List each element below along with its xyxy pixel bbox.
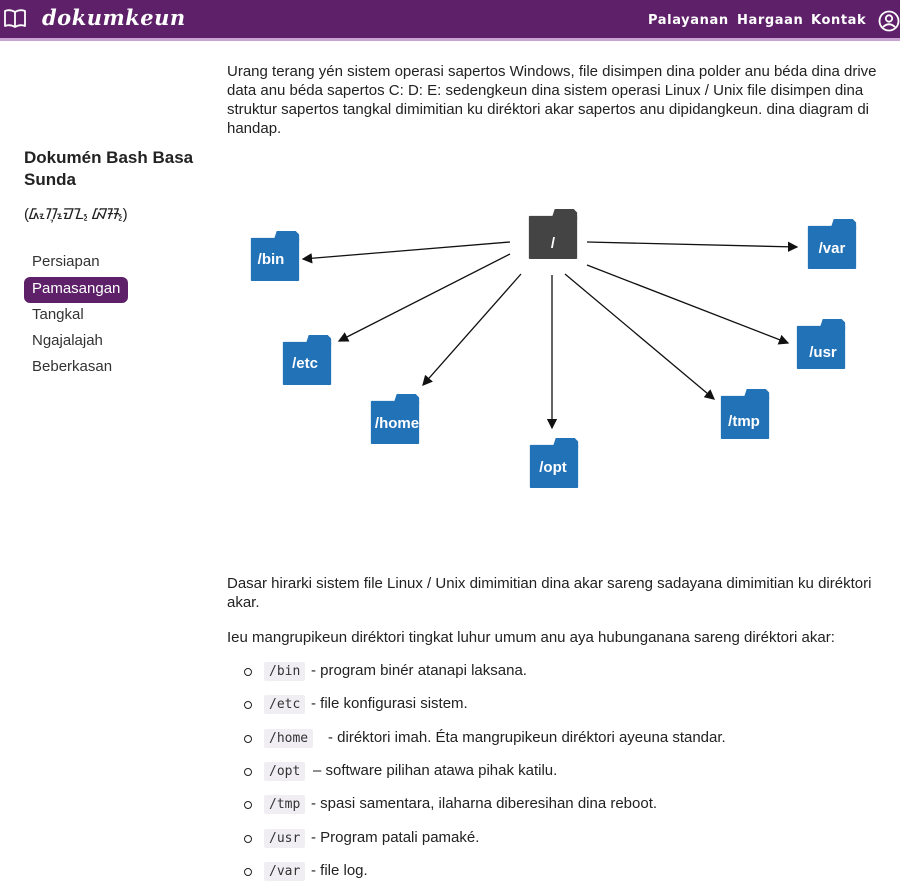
folder-etc-icon: /etc <box>282 335 332 385</box>
bullet-icon <box>244 835 252 843</box>
inline-code: /bin <box>264 662 306 681</box>
top-navbar: dokumkeun Palayanan Hargaan Kontak <box>0 0 900 41</box>
sidebar-item-tangkal[interactable]: Tangkal <box>24 303 92 329</box>
inline-code: /opt <box>264 762 306 781</box>
bullet-icon <box>244 668 252 676</box>
folder-var-icon: /var <box>807 219 857 269</box>
folder-opt-icon: /opt <box>529 438 579 488</box>
svg-text:/bin: /bin <box>258 251 285 268</box>
nav-link-kontak[interactable]: Kontak <box>811 13 866 28</box>
svg-text:/home: /home <box>375 415 419 432</box>
svg-text:/tmp: /tmp <box>728 413 760 430</box>
nav-link-hargaan[interactable]: Hargaan <box>737 13 803 28</box>
inline-code: /tmp <box>264 795 306 814</box>
nav-link-palayanan[interactable]: Palayanan <box>648 13 729 28</box>
bullet-icon <box>244 868 252 876</box>
sidebar-item-beberkasan[interactable]: Beberkasan <box>24 355 120 381</box>
hierarchy-paragraph: Dasar hirarki sistem file Linux / Unix d… <box>227 575 872 611</box>
bullet-icon <box>244 768 252 776</box>
inline-code: /var <box>264 862 306 881</box>
svg-text:/opt: /opt <box>539 459 567 476</box>
folder-bin-icon: /bin <box>250 231 300 281</box>
intro-paragraph: Urang terang yén sistem operasi sapertos… <box>227 63 877 137</box>
svg-text:/var: /var <box>819 240 846 257</box>
sidebar-item-ngajalajah[interactable]: Ngajalajah <box>24 329 111 355</box>
book-open-icon[interactable] <box>4 9 26 29</box>
svg-text:/usr: /usr <box>809 344 837 361</box>
bullet-icon <box>244 701 252 709</box>
folder-tmp-icon: /tmp <box>720 389 770 439</box>
sidebar-item-persiapan[interactable]: Persiapan <box>24 250 108 276</box>
inline-code: /home <box>264 729 314 748</box>
root-folder-icon: / <box>528 209 578 259</box>
sidebar-item-pamasangan[interactable]: Pamasangan <box>24 277 129 303</box>
svg-text:/etc: /etc <box>292 355 318 372</box>
brand-logo[interactable]: dokumkeun <box>42 5 186 30</box>
folder-usr-icon: /usr <box>796 319 846 369</box>
sidebar-subtitle: (ᮓᮧᮊᮥᮙᮦᮔ᮪ ᮘᮞ᮪) <box>24 206 128 223</box>
user-circle-icon[interactable] <box>878 10 900 32</box>
sidebar-title: Dokumén Bash Basa Sunda <box>24 148 194 189</box>
directory-tree-diagram: / /bin /etc /home /opt /tmp /usr /var <box>250 209 857 488</box>
inline-code: /usr <box>264 829 306 848</box>
bullet-icon <box>244 801 252 809</box>
bullet-icon <box>244 735 252 743</box>
inline-code: /etc <box>264 695 306 714</box>
list-intro-paragraph: Ieu mangrupikeun diréktori tingkat luhur… <box>227 629 835 646</box>
folder-home-icon: /home <box>370 394 420 444</box>
